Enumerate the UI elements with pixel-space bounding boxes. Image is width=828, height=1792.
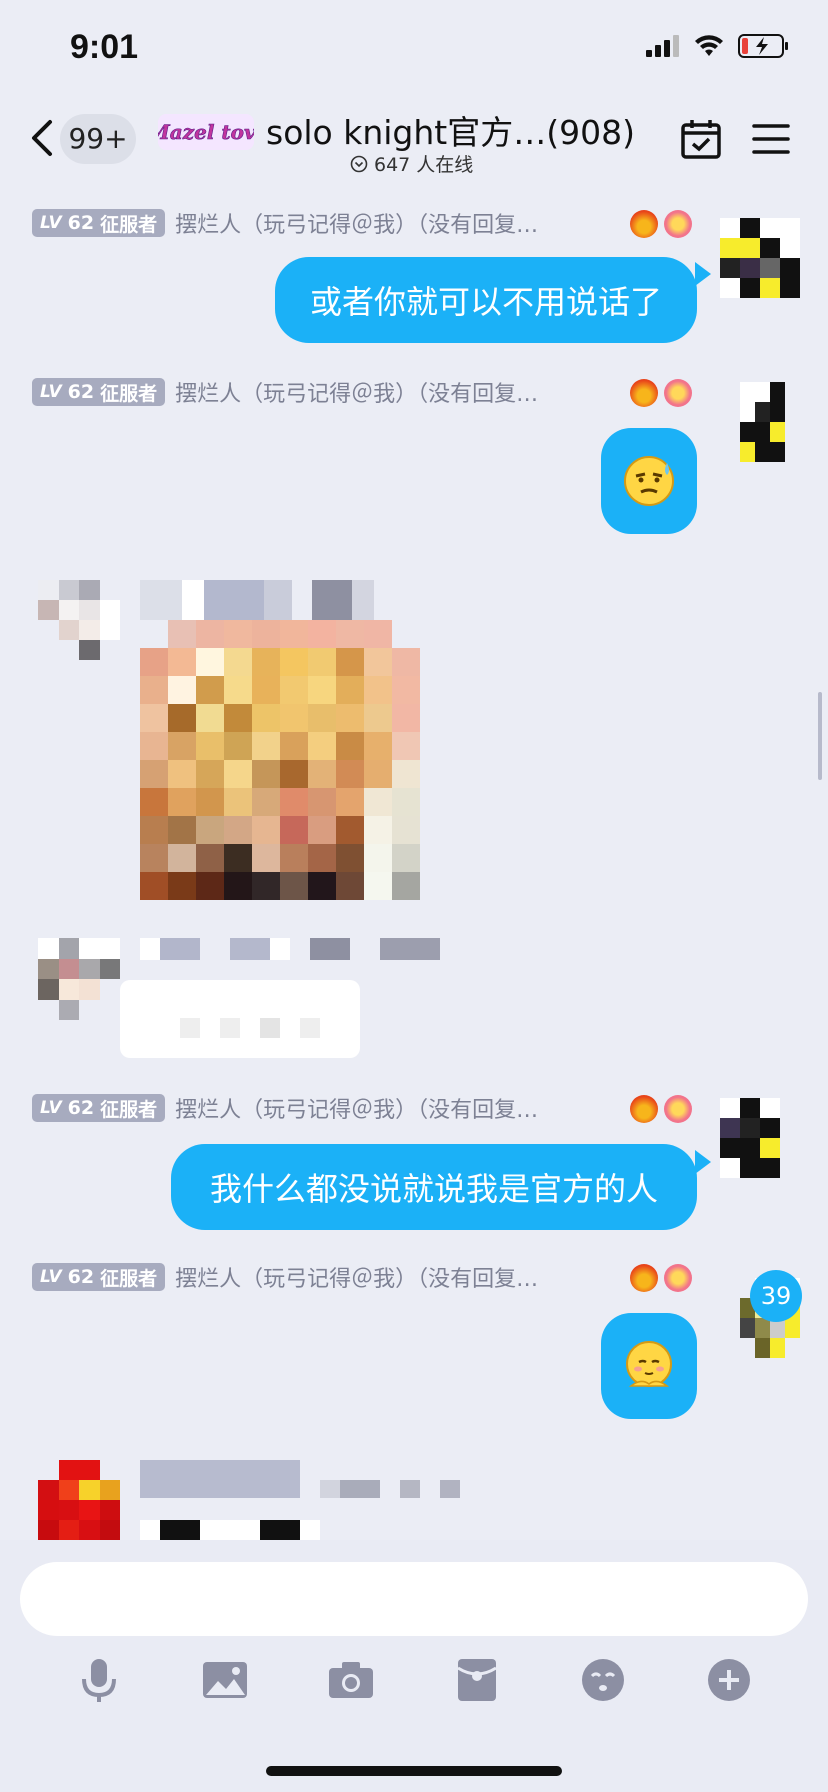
message-bubble-redacted[interactable] [120, 980, 360, 1058]
message-meta: LV 62 征服者 摆烂人（玩弓记得＠我）（没有回复… [32, 1093, 538, 1123]
sender-name[interactable]: 摆烂人（玩弓记得＠我）（没有回复… [175, 207, 538, 239]
sticker-bubble[interactable] [601, 1313, 697, 1419]
wifi-icon [695, 35, 723, 56]
status-icons [646, 34, 790, 58]
status-time: 9:01 [70, 28, 139, 66]
avatar[interactable] [720, 218, 800, 298]
fire-icon [630, 1095, 658, 1123]
online-count: 647 人在线 [374, 154, 474, 176]
image-icon[interactable] [200, 1655, 250, 1705]
microphone-icon[interactable] [74, 1655, 124, 1705]
level-badge: LV 62 征服者 [32, 1094, 166, 1122]
flower-icon [664, 1264, 692, 1292]
flower-icon [664, 1095, 692, 1123]
sender-name[interactable]: 摆烂人（玩弓记得＠我）（没有回复… [175, 376, 538, 408]
back-arrow-icon[interactable] [28, 118, 58, 158]
back-unread-count[interactable]: 99+ [60, 114, 136, 164]
message-meta: LV 62 征服者 摆烂人（玩弓记得＠我）（没有回复… [32, 1262, 538, 1292]
flower-icon [664, 210, 692, 238]
avatar[interactable] [38, 580, 120, 660]
svg-text:Mazel tov!: Mazel tov! [158, 120, 254, 144]
battery-icon [738, 34, 788, 58]
signal-icon [646, 35, 679, 57]
avatar[interactable] [38, 1460, 120, 1540]
level-badge: LV 62 征服者 [32, 378, 166, 406]
fire-icon [630, 379, 658, 407]
bubble-tail [695, 1150, 711, 1174]
emoji-icon[interactable] [578, 1655, 628, 1705]
sender-name-redacted [140, 938, 480, 960]
calendar-check-icon[interactable] [680, 118, 722, 160]
avatar[interactable] [740, 382, 800, 462]
flower-icon [664, 379, 692, 407]
red-packet-icon[interactable] [452, 1655, 502, 1705]
shared-image[interactable] [140, 620, 420, 900]
message-bubble[interactable]: 或者你就可以不用说话了 [275, 257, 697, 343]
input-toolbar [0, 1640, 828, 1720]
message-meta: LV 62 征服者 摆烂人（玩弓记得＠我）（没有回复… [32, 377, 538, 407]
group-title[interactable]: solo knight官方…(908) [266, 106, 635, 154]
message-input[interactable] [20, 1562, 808, 1636]
home-indicator[interactable] [266, 1766, 562, 1776]
group-logo: Mazel tov! [158, 114, 254, 150]
sticker-bubble[interactable] [601, 428, 697, 534]
chevron-down-circle-icon [350, 155, 368, 172]
level-badge: LV 62 征服者 [32, 209, 166, 237]
menu-icon[interactable] [752, 122, 790, 156]
scrollbar[interactable] [818, 692, 822, 780]
unread-count-badge[interactable]: 39 [750, 1270, 802, 1322]
shy-emoji-icon [626, 1341, 672, 1387]
avatar[interactable] [720, 1098, 800, 1178]
message-meta: LV 62 征服者 摆烂人（玩弓记得＠我）（没有回复… [32, 208, 538, 238]
message-bubble[interactable]: 我什么都没说就说我是官方的人 [171, 1144, 697, 1230]
rank-redacted [320, 1480, 460, 1498]
online-indicator: 647 人在线 [350, 150, 473, 177]
avatar[interactable] [38, 938, 120, 1020]
fire-icon [630, 210, 658, 238]
sender-name-redacted [140, 1460, 300, 1498]
fire-icon [630, 1264, 658, 1292]
plus-icon[interactable] [704, 1655, 754, 1705]
sender-name[interactable]: 摆烂人（玩弓记得＠我）（没有回复… [175, 1092, 538, 1124]
bubble-tail [695, 262, 711, 286]
level-badge: LV 62 征服者 [32, 1263, 166, 1291]
sweat-smirk-emoji-icon [624, 456, 674, 506]
camera-icon[interactable] [326, 1655, 376, 1705]
sender-name[interactable]: 摆烂人（玩弓记得＠我）（没有回复… [175, 1261, 538, 1293]
sender-name-redacted [140, 580, 460, 620]
